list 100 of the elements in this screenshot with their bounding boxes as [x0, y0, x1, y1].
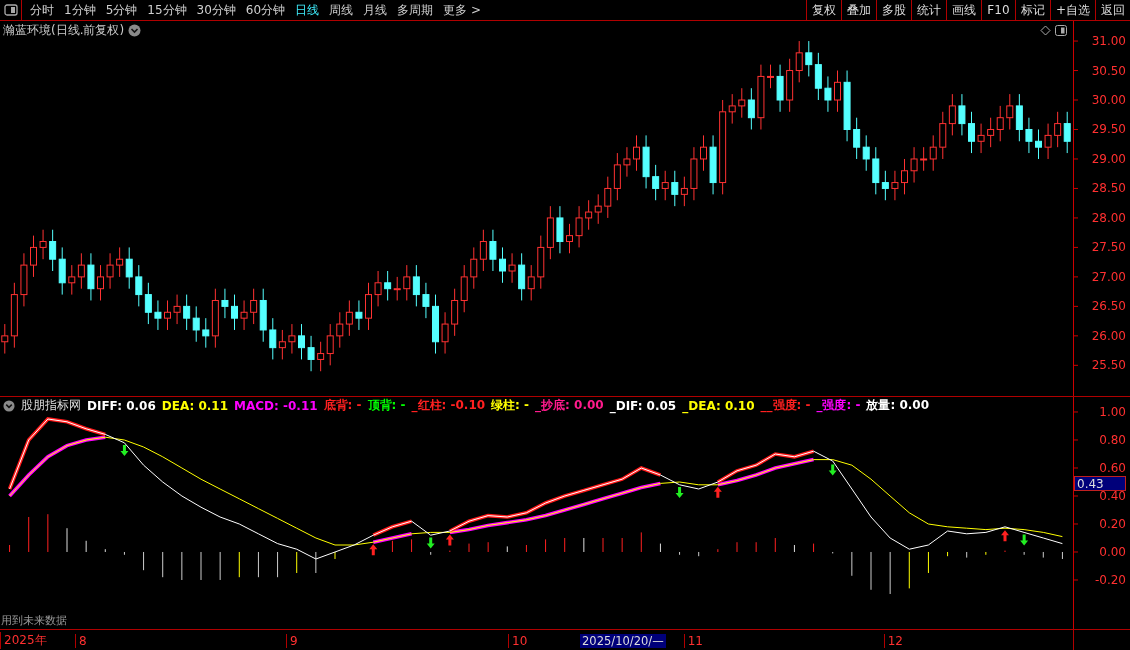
- stock-title: 瀚蓝环境(日线.前复权): [3, 21, 125, 39]
- price-axis-label: 30.00: [1091, 93, 1126, 107]
- candle: [1044, 123, 1052, 160]
- candle: [231, 294, 238, 331]
- candle: [240, 300, 248, 331]
- down-arrow-icon: [1020, 534, 1029, 546]
- candle: [757, 64, 765, 130]
- candle: [843, 70, 851, 142]
- candle: [432, 294, 439, 355]
- candle: [365, 282, 372, 331]
- indicator-value: 顶背: -: [367, 397, 406, 414]
- candle: [20, 252, 28, 307]
- candle: [690, 146, 698, 201]
- candle: [422, 282, 430, 319]
- indicator-value: 放量: 0.00: [866, 397, 930, 414]
- indicator-value: 底背: -: [323, 397, 362, 414]
- date-axis-label: 8: [75, 633, 286, 648]
- down-arrow-icon: [828, 464, 837, 476]
- indicator-value: __强度: -: [760, 397, 811, 414]
- down-arrow-icon: [675, 487, 684, 498]
- candle: [164, 300, 171, 331]
- indicator-value: _强度: -: [816, 397, 861, 414]
- candle: [30, 235, 37, 278]
- candle: [489, 229, 497, 272]
- candle: [1025, 117, 1033, 154]
- candle: [891, 170, 899, 201]
- candle: [39, 229, 47, 260]
- indicator-axis-label: 0.80: [1099, 433, 1126, 447]
- price-axis-label: 28.50: [1091, 181, 1126, 196]
- candle: [221, 288, 229, 319]
- candle: [441, 311, 449, 355]
- cursor-value-label: 0.43: [1074, 476, 1126, 491]
- candle: [355, 300, 363, 331]
- warning-text: 用到未来数据: [1, 613, 67, 628]
- candle: [499, 246, 506, 284]
- date-axis-label: 12: [883, 633, 1074, 648]
- candle: [642, 134, 650, 189]
- price-axis-label: 26.00: [1091, 328, 1126, 343]
- candle: [968, 111, 975, 154]
- indicator-axis-label: 0.60: [1099, 461, 1126, 475]
- price-axis-label: 25.50: [1091, 358, 1126, 373]
- dropdown-icon[interactable]: [3, 399, 15, 412]
- period-tab[interactable]: 60分钟: [241, 1, 290, 19]
- period-tab[interactable]: 30分钟: [192, 1, 240, 19]
- period-tab[interactable]: 分时: [26, 1, 58, 19]
- period-tab[interactable]: 日线: [291, 1, 324, 19]
- candle: [709, 134, 717, 195]
- indicator-value: 绿柱: -: [491, 397, 530, 414]
- period-tab[interactable]: 15分钟: [143, 1, 191, 19]
- diamond-icon[interactable]: [1040, 24, 1051, 36]
- candle: [508, 252, 516, 284]
- panel-toggle-icon: [3, 4, 18, 16]
- indicator-axis-label: 0.40: [1099, 489, 1126, 503]
- candle: [633, 134, 640, 172]
- candle: [834, 70, 841, 113]
- up-arrow-icon: [1001, 530, 1009, 542]
- candle: [776, 64, 784, 113]
- candle: [288, 323, 296, 355]
- period-tab[interactable]: 1分钟: [60, 1, 100, 19]
- date-axis-label: 2025年: [0, 632, 75, 649]
- price-axis-label: 27.50: [1091, 240, 1126, 255]
- indicator-axis-label: 1.00: [1099, 405, 1126, 419]
- indicator-value: _DEA: 0.10: [682, 398, 755, 413]
- panel-toggle-icon[interactable]: [1055, 24, 1067, 36]
- price-axis-label: 31.00: [1091, 34, 1126, 49]
- cursor-date-label: 2025/10/20/—: [580, 633, 666, 648]
- indicator-name: 股朋指标网: [21, 397, 81, 414]
- indicator-value: _红柱: -0.10: [411, 397, 486, 414]
- period-tab[interactable]: 多周期: [393, 1, 438, 19]
- price-axis-label: 26.50: [1091, 299, 1126, 314]
- up-arrow-icon: [713, 486, 722, 498]
- price-axis-label: 29.50: [1091, 122, 1126, 137]
- indicator-axis-label: -0.20: [1094, 573, 1126, 587]
- candle: [298, 323, 305, 360]
- candle: [575, 205, 583, 248]
- up-arrow-icon: [369, 544, 378, 556]
- candle: [106, 252, 114, 290]
- candle: [910, 146, 918, 184]
- dropdown-icon[interactable]: [128, 23, 142, 37]
- candle: [307, 335, 315, 372]
- indicator-value: MACD: -0.11: [234, 398, 318, 413]
- price-axis-label: 27.00: [1091, 269, 1126, 284]
- period-tab[interactable]: 月线: [359, 1, 392, 19]
- indicator-value: _抄底: 0.00: [535, 397, 604, 414]
- candle: [623, 146, 631, 178]
- candle: [977, 123, 985, 154]
- candle: [824, 75, 832, 113]
- candle: [958, 93, 966, 136]
- period-tab[interactable]: 5分钟: [101, 1, 142, 19]
- price-axis-label: 28.00: [1091, 210, 1126, 225]
- candle: [87, 252, 95, 301]
- indicator-axis-label: 0.00: [1099, 545, 1126, 559]
- up-arrow-icon: [445, 534, 454, 546]
- price-axis-label: 29.00: [1091, 151, 1126, 166]
- candle: [1035, 129, 1042, 160]
- period-tab[interactable]: 周线: [325, 1, 358, 19]
- down-arrow-icon: [120, 445, 129, 456]
- indicator-value: DEA: 0.11: [161, 398, 229, 413]
- more-menu-button[interactable]: 更多 >: [439, 1, 485, 19]
- candle: [173, 294, 181, 325]
